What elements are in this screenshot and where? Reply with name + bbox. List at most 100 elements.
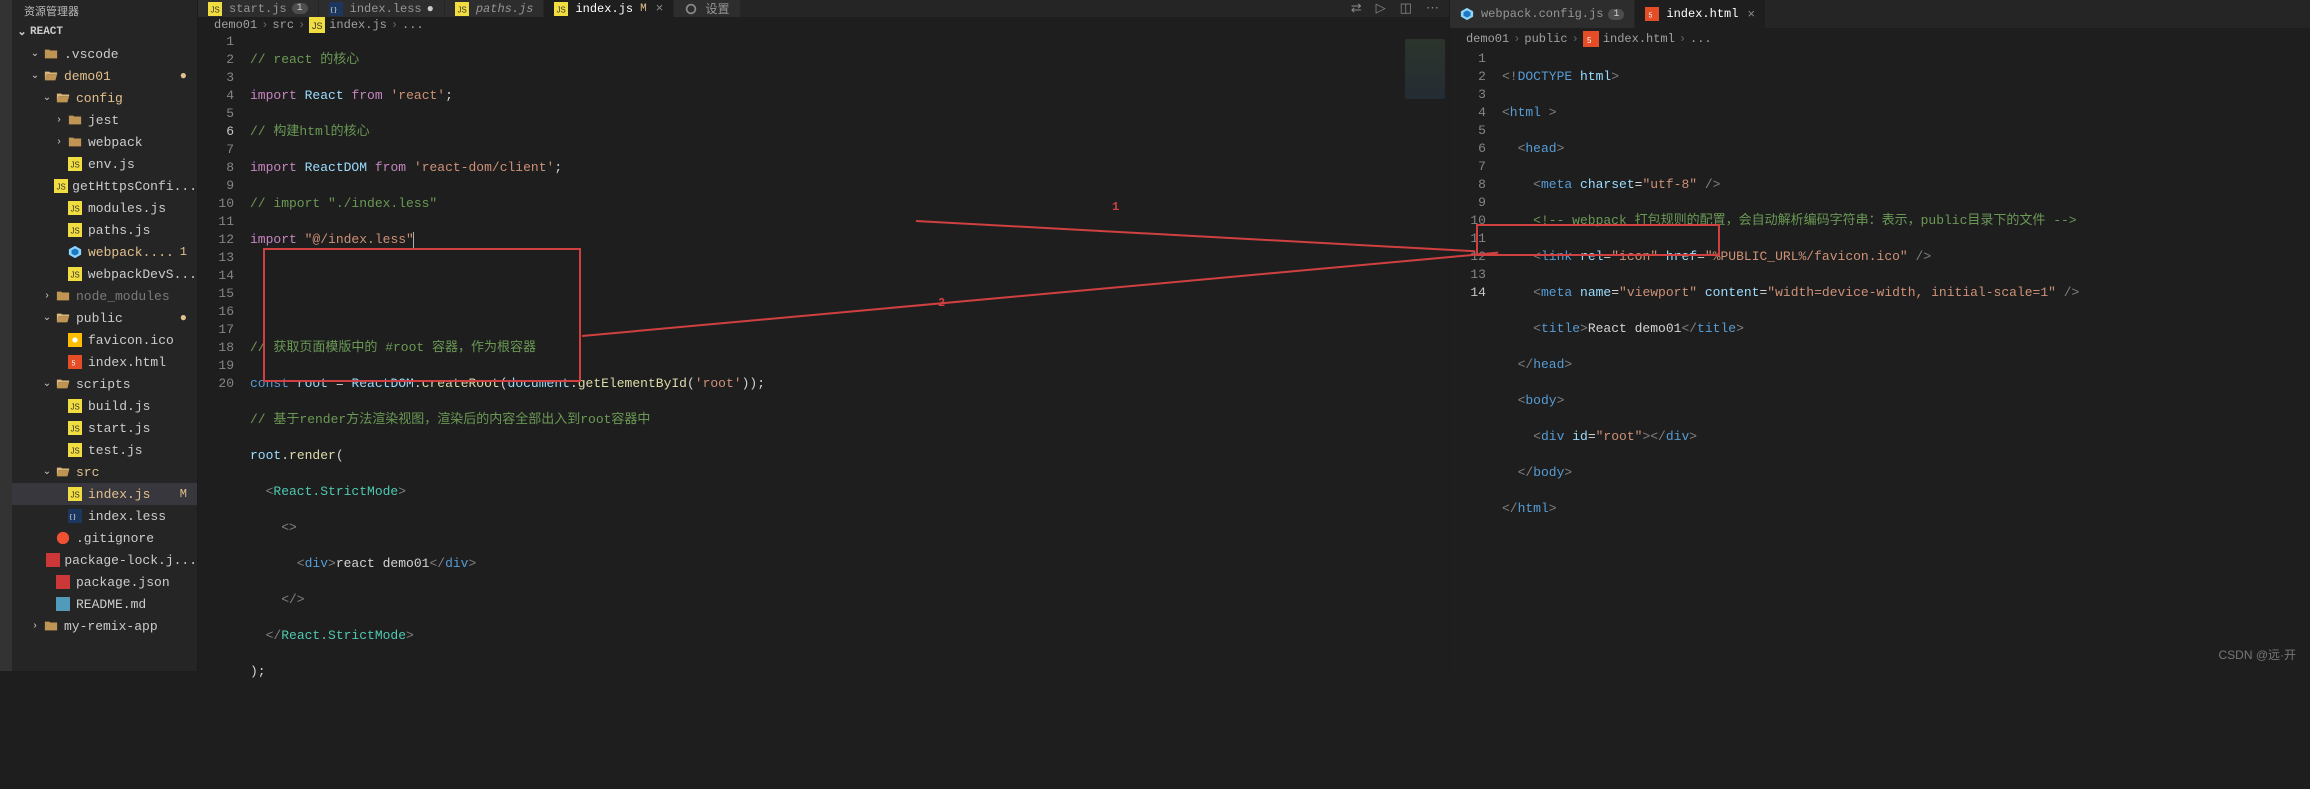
- line-number: 20: [198, 375, 234, 393]
- code-right[interactable]: <!DOCTYPE html> <html > <head> <meta cha…: [1502, 50, 2250, 671]
- tab-indexhtml[interactable]: 5index.html×: [1635, 0, 1766, 28]
- tree-label: src: [76, 465, 99, 480]
- line-number: 13: [1450, 266, 1486, 284]
- code-left[interactable]: // react 的核心 import React from 'react'; …: [250, 33, 1389, 789]
- breadcrumb-seg[interactable]: public: [1524, 32, 1567, 46]
- tree-item-faviconico[interactable]: favicon.ico: [12, 329, 197, 351]
- line-number: 7: [1450, 158, 1486, 176]
- tree-item-webpackDevS[interactable]: JSwebpackDevS...: [12, 263, 197, 285]
- js-icon: JS: [54, 179, 68, 193]
- tree-item-packagelockj[interactable]: package-lock.j...: [12, 549, 197, 571]
- close-icon[interactable]: ×: [1747, 7, 1755, 22]
- tree-item-vscode[interactable]: ⌄.vscode: [12, 43, 197, 65]
- line-number: 18: [198, 339, 234, 357]
- tab-badge: 1: [1608, 9, 1624, 20]
- tree-item-packagejson[interactable]: package.json: [12, 571, 197, 593]
- js-icon: JS: [66, 421, 84, 435]
- t: div: [1541, 429, 1564, 444]
- svg-text:JS: JS: [71, 491, 80, 500]
- js-icon: JS: [66, 267, 84, 281]
- tree-item-gitignore[interactable]: .gitignore: [12, 527, 197, 549]
- tree-item-scripts[interactable]: ⌄scripts: [12, 373, 197, 395]
- compare-icon[interactable]: ⇄: [1351, 1, 1362, 16]
- split-icon[interactable]: ◫: [1400, 1, 1412, 16]
- more-icon[interactable]: ⋯: [1426, 1, 1439, 16]
- t: root: [297, 376, 328, 391]
- tree-item-demo01[interactable]: ⌄demo01●: [12, 65, 197, 87]
- git-status: M: [640, 3, 647, 15]
- tree-label: index.html: [88, 355, 166, 370]
- tree-item-pathsjs[interactable]: JSpaths.js: [12, 219, 197, 241]
- breadcrumb-seg[interactable]: demo01: [214, 18, 257, 32]
- file-tree: ⌄.vscode⌄demo01●⌄config›jest›webpackJSen…: [12, 43, 197, 671]
- tree-item-READMEmd[interactable]: README.md: [12, 593, 197, 615]
- t: head: [1533, 357, 1564, 372]
- tree-item-webpack[interactable]: webpack....1: [12, 241, 197, 263]
- line-number: 14: [1450, 284, 1486, 302]
- folder-open-icon: [54, 377, 72, 391]
- tab-startjs[interactable]: JSstart.js1: [198, 0, 319, 17]
- breadcrumb-right[interactable]: demo01›public›5index.html›...: [1450, 28, 2310, 50]
- tree-item-modulesjs[interactable]: JSmodules.js: [12, 197, 197, 219]
- tab-[interactable]: 设置: [674, 0, 740, 17]
- t: // 获取页面模版中的 #root 容器，作为根容器: [250, 340, 536, 355]
- chevron-down-icon: ⌄: [16, 25, 28, 39]
- tab-indexless[interactable]: { }index.less●: [319, 0, 445, 17]
- git-badge: ●: [180, 311, 187, 325]
- breadcrumb-seg[interactable]: index.html: [1603, 32, 1675, 46]
- tree-label: .vscode: [64, 47, 119, 62]
- t: />: [2056, 285, 2079, 300]
- tab-indexjs[interactable]: JSindex.jsM×: [544, 0, 674, 17]
- tree-item-envjs[interactable]: JSenv.js: [12, 153, 197, 175]
- tree-item-src[interactable]: ⌄ src: [12, 461, 197, 483]
- t: (: [336, 448, 344, 463]
- t: >: [1736, 321, 1744, 336]
- breadcrumb-seg[interactable]: index.js: [329, 18, 387, 32]
- tree-item-startjs[interactable]: JS start.js: [12, 417, 197, 439]
- t: body: [1525, 393, 1556, 408]
- tree-item-buildjs[interactable]: JSbuild.js: [12, 395, 197, 417]
- line-number: 7: [198, 141, 234, 159]
- t: <: [1502, 321, 1541, 336]
- run-icon[interactable]: ▷: [1376, 1, 1386, 16]
- down-chevron-icon: ⌄: [40, 466, 54, 478]
- tree-item-indexjs[interactable]: JSindex.jsM: [12, 483, 197, 505]
- chevron-right-icon: ›: [1513, 32, 1520, 46]
- tree-item-testjs[interactable]: JStest.js: [12, 439, 197, 461]
- tree-label: start.js: [88, 421, 150, 436]
- minimap-left[interactable]: [1389, 33, 1449, 789]
- t: name: [1580, 285, 1611, 300]
- tree-item-public[interactable]: ⌄public●: [12, 307, 197, 329]
- minimap-right[interactable]: [2250, 50, 2310, 671]
- code-area-left[interactable]: 1234567891011121314151617181920 // react…: [198, 33, 1449, 789]
- line-number: 12: [1450, 248, 1486, 266]
- t: >: [1557, 141, 1565, 156]
- gear-icon: [684, 2, 700, 16]
- breadcrumb-seg[interactable]: demo01: [1466, 32, 1509, 46]
- folder-icon: [66, 113, 84, 127]
- tree-item-indexless[interactable]: { }index.less: [12, 505, 197, 527]
- right-chevron-icon: ›: [28, 621, 42, 632]
- tree-item-jest[interactable]: ›jest: [12, 109, 197, 131]
- tree-item-myremixapp[interactable]: ›my-remix-app: [12, 615, 197, 637]
- t: import: [250, 232, 297, 247]
- tree-item-webpack[interactable]: ›webpack: [12, 131, 197, 153]
- t: ReactDOM: [305, 160, 367, 175]
- breadcrumb-seg[interactable]: ...: [402, 18, 424, 32]
- minimap-viewport: [1405, 39, 1445, 99]
- tab-webpackconfigjs[interactable]: webpack.config.js1: [1450, 0, 1635, 28]
- tree-item-indexhtml[interactable]: 5index.html: [12, 351, 197, 373]
- breadcrumb-left[interactable]: demo01›src›JSindex.js›...: [198, 17, 1449, 33]
- tab-badge: 1: [292, 3, 308, 14]
- close-icon[interactable]: ×: [656, 1, 664, 16]
- t: react demo01: [336, 556, 430, 571]
- tab-pathsjs[interactable]: JSpaths.js: [445, 0, 545, 17]
- tree-item-getHttpsConfi[interactable]: JSgetHttpsConfi...: [12, 175, 197, 197]
- tree-item-config[interactable]: ⌄config: [12, 87, 197, 109]
- breadcrumb-seg[interactable]: src: [272, 18, 294, 32]
- breadcrumb-seg[interactable]: ...: [1690, 32, 1712, 46]
- folder-icon: [66, 135, 84, 149]
- tree-item-node_modules[interactable]: ›node_modules: [12, 285, 197, 307]
- code-area-right[interactable]: 1234567891011121314 <!DOCTYPE html> <htm…: [1450, 50, 2310, 671]
- sidebar-root[interactable]: ⌄ REACT: [12, 21, 197, 43]
